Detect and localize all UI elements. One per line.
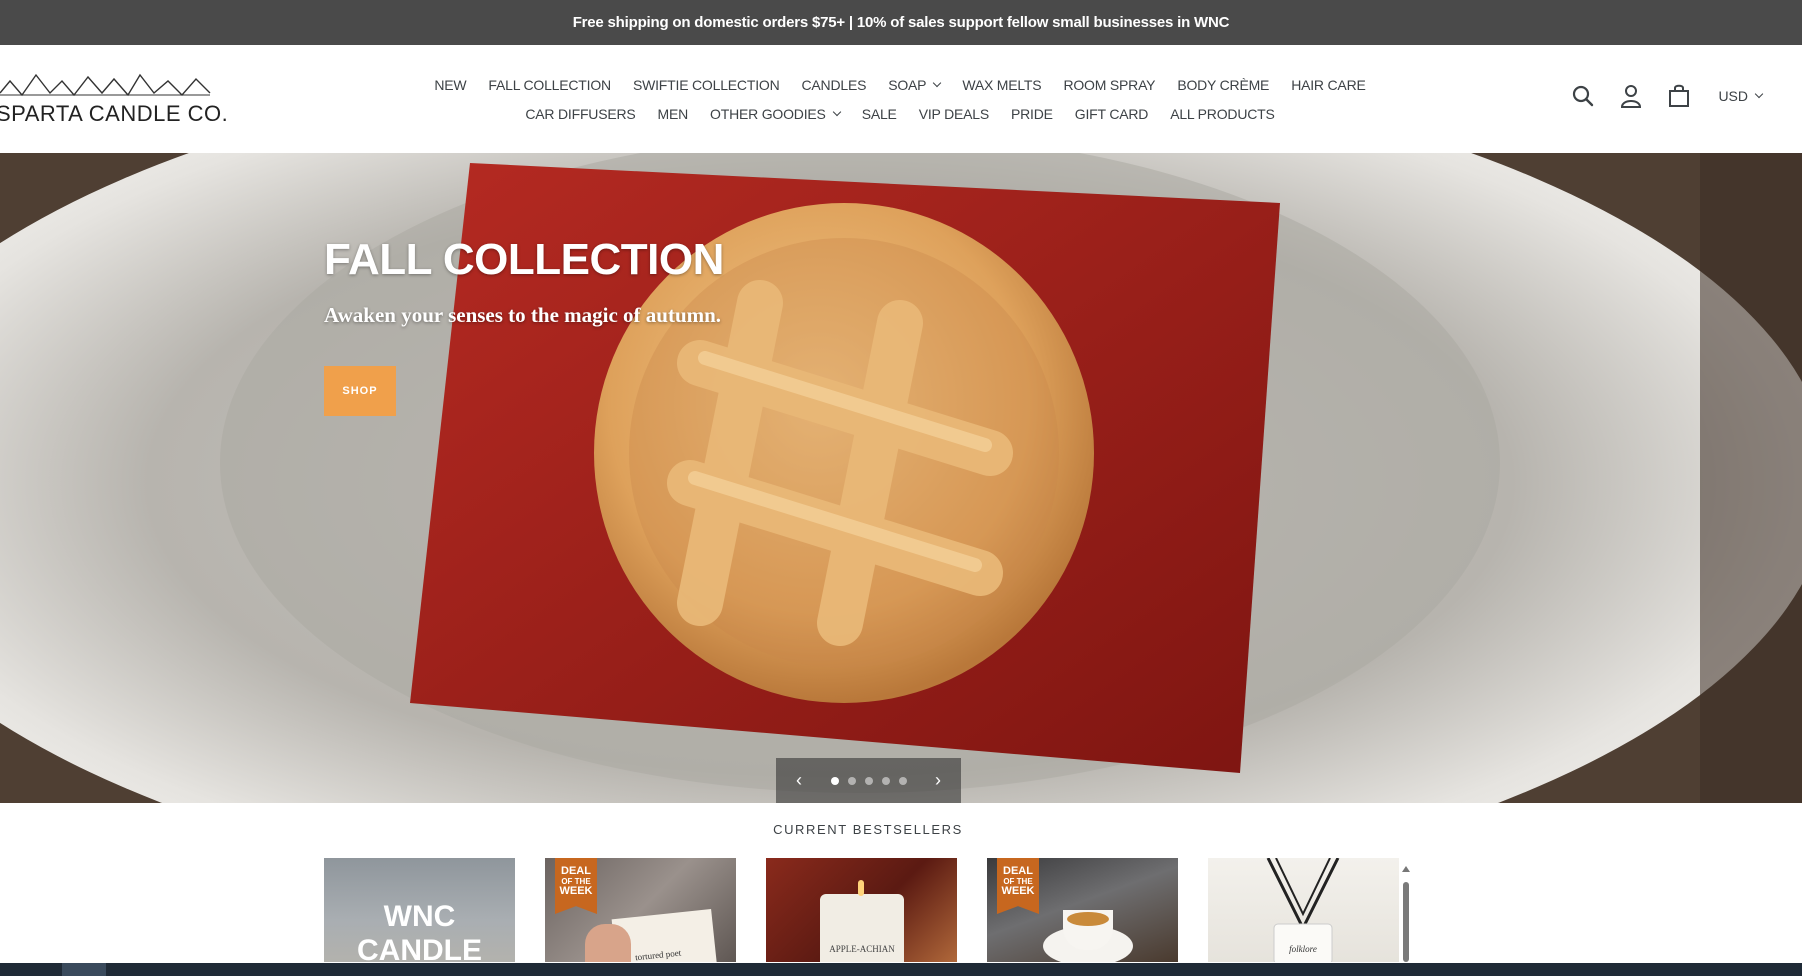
brand-name: SPARTA CANDLE CO. — [0, 101, 229, 126]
nav-item-pride[interactable]: PRIDE — [1000, 106, 1064, 122]
nav-item-label: MEN — [657, 105, 689, 122]
shop-button[interactable]: SHOP — [324, 366, 396, 416]
nav-item-wax-melts[interactable]: WAX MELTS — [951, 77, 1052, 93]
os-taskbar — [0, 963, 1802, 976]
nav-item-room-spray[interactable]: ROOM SPRAY — [1052, 77, 1166, 93]
nav-item-all-products[interactable]: ALL PRODUCTS — [1159, 106, 1285, 122]
currency-value: USD — [1718, 88, 1748, 104]
chevron-right-icon[interactable]: › — [929, 770, 947, 791]
product-photo-label: folklore — [1289, 944, 1317, 954]
slide-dot[interactable] — [864, 776, 873, 785]
nav-item-label: BODY CRÈME — [1177, 76, 1270, 93]
nav-item-men[interactable]: MEN — [647, 106, 700, 122]
nav-item-vip-deals[interactable]: VIP DEALS — [908, 106, 1000, 122]
nav-item-label: OTHER GOODIES — [710, 105, 826, 122]
badge-line: WEEK — [1001, 885, 1035, 897]
nav-item-body-cr-me[interactable]: BODY CRÈME — [1166, 77, 1280, 93]
mountain-logo-icon — [0, 73, 211, 97]
account-icon[interactable] — [1618, 83, 1644, 109]
slide-dot[interactable] — [881, 776, 890, 785]
product-photo-hand — [585, 924, 631, 962]
nav-item-soap[interactable]: SOAP — [877, 77, 951, 93]
nav-item-label: PRIDE — [1011, 105, 1053, 122]
badge-line: DEAL — [1003, 865, 1033, 877]
brand-logo[interactable]: SPARTA CANDLE CO. — [0, 71, 230, 131]
slide-dots — [830, 776, 907, 785]
nav-item-label: HAIR CARE — [1291, 76, 1366, 93]
chevron-left-icon[interactable]: ‹ — [790, 770, 808, 791]
product-card[interactable]: WNC CANDLE — [324, 858, 515, 962]
deal-of-the-week-badge: DEAL OF THE WEEK — [997, 858, 1039, 914]
chevron-down-icon — [933, 78, 942, 87]
product-card[interactable]: DEAL OF THE WEEK — [987, 858, 1178, 962]
hero-slideshow: FALL COLLECTION Awaken your senses to th… — [0, 153, 1802, 803]
header-actions: USD — [1570, 83, 1764, 109]
nav-item-label: SWIFTIE COLLECTION — [632, 76, 780, 93]
nav-item-label: NEW — [434, 76, 467, 93]
product-photo-label: APPLE-ACHIAN — [829, 944, 895, 954]
nav-item-new[interactable]: NEW — [423, 77, 477, 93]
nav-item-label: FALL COLLECTION — [488, 76, 611, 93]
nav-item-label: CAR DIFFUSERS — [525, 105, 636, 122]
nav-item-car-diffusers[interactable]: CAR DIFFUSERS — [514, 106, 646, 122]
badge-line: WEEK — [559, 885, 593, 897]
product-photo-tea — [1067, 912, 1109, 926]
product-overlay-line: WNC — [383, 900, 456, 933]
nav-item-label: ALL PRODUCTS — [1170, 105, 1275, 122]
nav-item-other-goodies[interactable]: OTHER GOODIES — [699, 106, 851, 122]
slide-dot[interactable] — [830, 776, 839, 785]
slideshow-controls: ‹ › — [776, 758, 961, 803]
cart-icon[interactable] — [1666, 83, 1692, 109]
main-navigation: NEW FALL COLLECTION SWIFTIE COLLECTION CAND… — [400, 70, 1400, 128]
nav-row-primary: NEW FALL COLLECTION SWIFTIE COLLECTION CAND… — [400, 70, 1400, 99]
currency-selector[interactable]: USD — [1718, 88, 1764, 104]
site-header: SPARTA CANDLE CO. NEW FALL COLLECTION SWIF… — [0, 45, 1802, 153]
chevron-down-icon — [1754, 89, 1764, 99]
deal-of-the-week-badge: DEAL OF THE WEEK — [555, 858, 597, 914]
announcement-bar: Free shipping on domestic orders $75+ | … — [0, 0, 1802, 45]
product-card[interactable]: tortured poet DEAL OF THE WEEK — [545, 858, 736, 962]
nav-row-secondary: CAR DIFFUSERS MEN OTHER GOODIES SALE VIP DEA… — [400, 99, 1400, 128]
nav-item-label: GIFT CARD — [1074, 105, 1149, 122]
search-icon[interactable] — [1570, 83, 1596, 109]
bestsellers-heading: CURRENT BESTSELLERS — [773, 822, 963, 837]
nav-item-label: ROOM SPRAY — [1063, 76, 1156, 93]
hero-subtitle: Awaken your senses to the magic of autum… — [324, 303, 722, 327]
slide-dot[interactable] — [847, 776, 856, 785]
announcement-text: Free shipping on domestic orders $75+ | … — [572, 14, 1230, 31]
nav-item-sale[interactable]: SALE — [851, 106, 908, 122]
nav-item-hair-care[interactable]: HAIR CARE — [1280, 77, 1376, 93]
nav-item-label: SALE — [861, 105, 897, 122]
bestsellers-carousel: WNC CANDLE tortured poet DEAL OF THE WEE… — [324, 858, 1399, 962]
nav-item-fall-collection[interactable]: FALL COLLECTION — [477, 77, 622, 93]
hero-image — [0, 153, 1802, 803]
badge-line: DEAL — [561, 865, 591, 877]
chevron-down-icon — [832, 107, 841, 116]
product-overlay-line: CANDLE — [357, 934, 482, 962]
product-card[interactable]: APPLE-ACHIAN — [766, 858, 957, 962]
candle-flame-icon — [858, 880, 864, 896]
nav-item-swiftie-collection[interactable]: SWIFTIE COLLECTION — [622, 77, 791, 93]
nav-item-label: WAX MELTS — [962, 76, 1042, 93]
nav-item-gift-card[interactable]: GIFT CARD — [1064, 106, 1159, 122]
taskbar-app-button[interactable] — [62, 963, 106, 976]
nav-item-label: VIP DEALS — [918, 105, 990, 122]
slide-dot[interactable] — [898, 776, 907, 785]
product-card[interactable]: folklore — [1208, 858, 1399, 962]
hero-title: FALL COLLECTION — [324, 235, 724, 284]
carousel-scrollbar[interactable] — [1402, 866, 1410, 962]
nav-item-label: CANDLES — [801, 76, 867, 93]
nav-item-label: SOAP — [888, 76, 927, 93]
nav-item-candles[interactable]: CANDLES — [790, 77, 877, 93]
